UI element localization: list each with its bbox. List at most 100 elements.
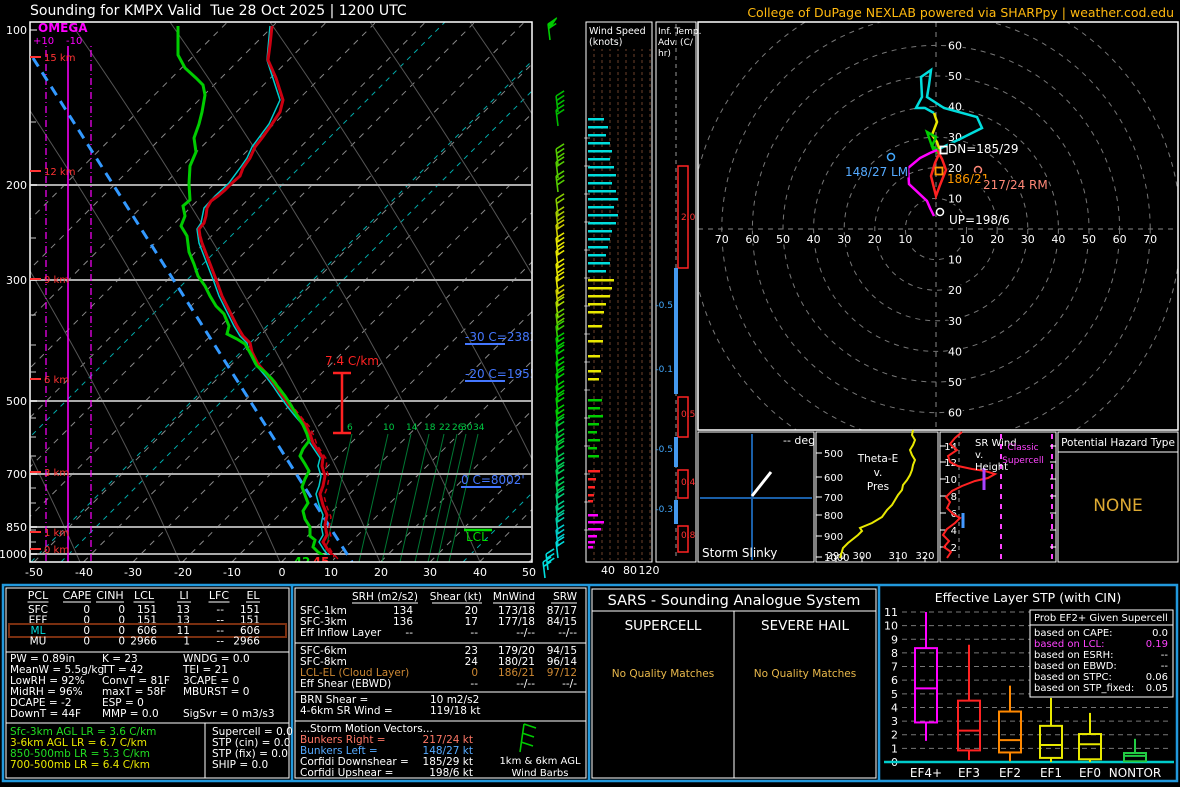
slinky-deg-label: -- deg bbox=[783, 434, 815, 447]
lcl-marker: LCL bbox=[466, 530, 488, 544]
wind-speed-bar bbox=[588, 399, 602, 402]
hodograph-border bbox=[697, 21, 1179, 431]
hodo-ring-label: 70 bbox=[1143, 233, 1157, 246]
temp-axis-label: 10 bbox=[324, 566, 338, 579]
stp-box bbox=[998, 710, 1022, 754]
parcel-trace bbox=[31, 57, 354, 562]
hodo-trace-0-3km bbox=[929, 149, 948, 201]
temp-axis-label: -30 bbox=[124, 566, 142, 579]
stp-category-label: NONTOR bbox=[1109, 766, 1162, 780]
prob-row-value: 0.05 bbox=[1146, 683, 1168, 694]
wind-speed-bar bbox=[588, 303, 606, 306]
wind-speed-bar bbox=[588, 174, 616, 177]
composite-index: SHIP = 0.0 bbox=[212, 759, 268, 771]
hodo-ring-label: 30 bbox=[837, 233, 851, 246]
barb-note: Wind Barbs bbox=[512, 768, 569, 779]
wind-speed-bar bbox=[588, 494, 594, 497]
wind-speed-bar bbox=[588, 478, 596, 481]
height-axis-label: 0 km bbox=[44, 545, 69, 556]
stp-box bbox=[1039, 724, 1063, 759]
stp-category-label: EF0 bbox=[1079, 766, 1101, 780]
barb-note: 1km & 6km AGL bbox=[499, 756, 581, 767]
thetae-y-label: 900 bbox=[824, 532, 843, 543]
label: --/-- bbox=[516, 627, 535, 639]
wind-speed-bar bbox=[588, 270, 606, 273]
prob-row-key: based on STP_fixed: bbox=[1034, 683, 1134, 694]
pressure-axis-label: 500 bbox=[6, 395, 27, 408]
stp-y-label: 2 bbox=[891, 729, 898, 742]
wind-speed-bar bbox=[588, 206, 614, 209]
wind-speed-bar bbox=[588, 295, 610, 298]
cold-advection-value: -0.3 bbox=[655, 505, 673, 515]
parcel-table-header: EL bbox=[246, 589, 260, 602]
stp-y-label: 11 bbox=[884, 606, 898, 619]
hodo-ring-label: 60 bbox=[948, 39, 962, 52]
prob-title: Prob EF2+ Given Supercell bbox=[1034, 613, 1168, 624]
prob-row-value: -- bbox=[1161, 661, 1169, 672]
wind-speed-bar bbox=[588, 158, 610, 161]
label: 198/6 kt bbox=[429, 767, 473, 779]
parcel-row-value: -- bbox=[216, 636, 224, 648]
parcel-table-header: LFC bbox=[209, 589, 229, 602]
shear-table-header: Shear (kt) bbox=[430, 591, 482, 603]
wind-speed-bar bbox=[588, 514, 598, 517]
thetae-y-label: 800 bbox=[824, 511, 843, 522]
hodo-ring-label: 60 bbox=[1113, 233, 1127, 246]
wind-speed-title: (knots) bbox=[589, 37, 622, 48]
thetae-y-label: 700 bbox=[824, 493, 843, 504]
temp-axis-label: 40 bbox=[473, 566, 487, 579]
wind-speed-tick: 80 bbox=[623, 564, 637, 577]
thermo-index: MBURST = 0 bbox=[183, 686, 249, 698]
parcel-row-value: 2966 bbox=[130, 636, 157, 648]
pressure-axis-label: 300 bbox=[6, 274, 27, 287]
prob-row-value: 0.0 bbox=[1152, 628, 1168, 639]
wind-speed-bar bbox=[588, 222, 616, 225]
hodo-ring-label: 70 bbox=[715, 233, 729, 246]
stp-y-label: 7 bbox=[891, 661, 898, 674]
storm-motion-marker bbox=[886, 152, 896, 162]
omega-title: OMEGA bbox=[38, 21, 88, 35]
warm-advection-value: 2.0 bbox=[681, 213, 696, 223]
height-axis-label: 12 km bbox=[44, 167, 75, 178]
sars-supercell-header: SUPERCELL bbox=[625, 618, 702, 634]
storm-motion-row: Corfidi Upshear = bbox=[300, 767, 393, 779]
hodo-ring-label: 40 bbox=[1051, 233, 1065, 246]
sounding-graphics: 6 10 14 18 22 2630 34OMEGA+10 -107.4 C/km-30 C=… bbox=[0, 17, 1179, 783]
wind-speed-bar bbox=[588, 118, 604, 121]
storm-motion-label: 217/24 RM bbox=[983, 178, 1048, 192]
cold-advection-value: -0.5 bbox=[655, 445, 673, 455]
storm-slinky-panel: -- deg Storm Slinky bbox=[697, 431, 815, 563]
thetae-x-label: 300 bbox=[852, 551, 871, 562]
stp-y-label: 10 bbox=[884, 620, 898, 633]
wind-speed-bar bbox=[588, 431, 597, 434]
cold-advection-value: -0.5 bbox=[655, 301, 673, 311]
thetae-title: Theta-E bbox=[857, 453, 899, 465]
wind-speed-bar bbox=[588, 415, 603, 418]
prob-row-value: -- bbox=[1161, 650, 1169, 661]
freezing-level-annotation: 0 C=8002' bbox=[461, 473, 525, 487]
wind-speed-bar bbox=[588, 407, 600, 410]
wind-speed-bar bbox=[588, 370, 601, 373]
thetae-x-label: 320 bbox=[915, 551, 934, 562]
wind-speed-bar bbox=[588, 254, 606, 257]
wetbulb-trace bbox=[196, 25, 331, 558]
parcel-row-value: 2966 bbox=[233, 636, 260, 648]
parcel-row-value: 0 bbox=[83, 636, 90, 648]
omega-plus-label: +10 bbox=[33, 36, 54, 47]
wind-speed-bar bbox=[588, 166, 614, 169]
prob-row-key: based on EBWD: bbox=[1034, 661, 1117, 672]
hodo-ring-label: 30 bbox=[948, 315, 962, 328]
warm-advection-value: 0.4 bbox=[681, 478, 696, 488]
hodo-ring-label: 10 bbox=[948, 254, 962, 267]
warm-advection-value: 0.8 bbox=[681, 531, 696, 541]
hodo-ring-label: 20 bbox=[868, 233, 882, 246]
prob-row-key: based on ESRH: bbox=[1034, 650, 1114, 661]
srwind-y-label: 4 bbox=[951, 526, 957, 537]
wind-speed-bar bbox=[588, 214, 618, 217]
prob-row-value: 0.19 bbox=[1146, 639, 1168, 650]
stp-box bbox=[1078, 733, 1102, 761]
pressure-axis-label: 100 bbox=[6, 24, 27, 37]
wind-speed-panel: Wind Speed(knots) 40 80 120 bbox=[584, 21, 660, 577]
wind-speed-bar bbox=[588, 246, 608, 249]
label: --/-- bbox=[516, 678, 535, 690]
